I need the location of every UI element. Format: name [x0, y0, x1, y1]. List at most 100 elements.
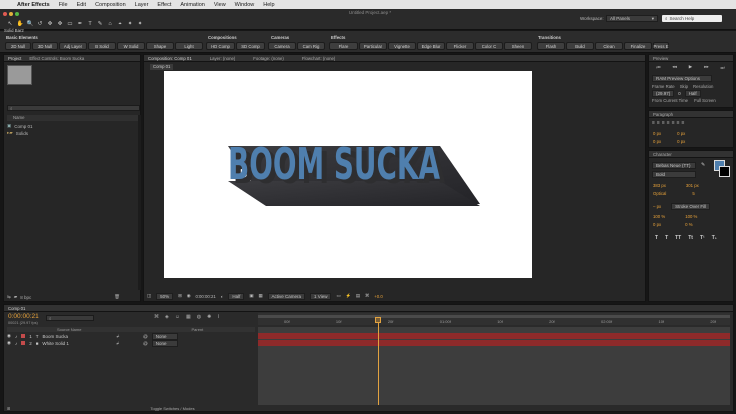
justify-center-icon[interactable]: ≡: [672, 120, 675, 126]
paragraph-panel-header[interactable]: Paragraph: [649, 111, 733, 118]
tab-composition[interactable]: Composition: Comp 01: [148, 56, 192, 61]
brush-tool-icon[interactable]: ✎: [96, 20, 104, 28]
magnification-dropdown[interactable]: 50%: [156, 292, 174, 300]
delete-icon[interactable]: 🗑: [114, 294, 120, 300]
eraser-tool-icon[interactable]: ⌖: [116, 20, 124, 28]
vertical-scale-value[interactable]: 100 %: [653, 214, 665, 219]
horizontal-scale-value[interactable]: 100 %: [685, 214, 697, 219]
parent-dropdown[interactable]: None: [151, 339, 178, 347]
play-icon[interactable]: ▶: [683, 64, 698, 70]
script-panel-tab[interactable]: Solid Bar2: [4, 28, 24, 34]
layer-2-duration-bar[interactable]: [258, 340, 730, 346]
tab-effect-controls[interactable]: Effect Controls: Boom Sucka: [29, 56, 84, 61]
ram-preview-options-dropdown[interactable]: RAM Preview Options: [652, 75, 712, 82]
layer-1-duration-bar[interactable]: [258, 333, 730, 339]
font-size-value[interactable]: 383 px: [653, 183, 666, 188]
work-area-bar[interactable]: [258, 315, 730, 318]
pick-whip-icon[interactable]: @: [143, 341, 148, 346]
next-frame-icon[interactable]: ▸▸: [699, 64, 714, 70]
current-time-display[interactable]: 0:00:00:21: [195, 294, 215, 299]
timeline-tracks-area[interactable]: [258, 327, 730, 405]
light-button[interactable]: Light: [175, 42, 203, 50]
pen-tool-icon[interactable]: ✒: [76, 20, 84, 28]
menu-edit[interactable]: Edit: [77, 2, 86, 8]
camera-tool-icon[interactable]: ✥: [46, 20, 54, 28]
app-menu[interactable]: After Effects: [17, 2, 50, 8]
roto-brush-tool-icon[interactable]: ✦: [126, 20, 134, 28]
shape-button[interactable]: Shape: [146, 42, 174, 50]
flare-button[interactable]: Flare: [329, 42, 358, 50]
menu-composition[interactable]: Composition: [95, 2, 126, 8]
justify-left-icon[interactable]: ≡: [667, 120, 670, 126]
layer-label-color-swatch[interactable]: [21, 341, 26, 345]
help-search-input[interactable]: ⌕ Search Help: [662, 15, 722, 22]
menu-view[interactable]: View: [214, 2, 226, 8]
composition-mini-flowchart-icon[interactable]: ⌘: [154, 314, 159, 320]
exposure-value[interactable]: +0.0: [374, 294, 382, 299]
audio-icon[interactable]: ♪: [15, 341, 17, 346]
toggle-pixel-aspect-icon[interactable]: ▭: [336, 293, 340, 299]
channel-icon[interactable]: ◐: [221, 294, 224, 299]
visibility-eye-icon[interactable]: ◉: [7, 340, 11, 346]
baseline-shift-value[interactable]: 0 px: [653, 222, 661, 227]
align-right-icon[interactable]: ≡: [662, 120, 665, 126]
edge-blur-button[interactable]: Edge Blur: [417, 42, 445, 50]
always-preview-icon[interactable]: ◫: [147, 293, 151, 299]
flicker-button[interactable]: Flicker: [446, 42, 474, 50]
type-tool-icon[interactable]: T: [86, 20, 94, 28]
faux-italic-icon[interactable]: T: [665, 235, 668, 241]
hand-tool-icon[interactable]: ✋: [16, 20, 24, 28]
tsume-value[interactable]: 0 %: [685, 222, 692, 227]
flash-button[interactable]: Flash: [537, 42, 565, 50]
layer-name[interactable]: White Solid 1: [42, 341, 112, 346]
font-family-dropdown[interactable]: Bebas Neue (TT): [652, 162, 696, 169]
superscript-icon[interactable]: T¹: [700, 235, 705, 241]
rotation-tool-icon[interactable]: ↺: [36, 20, 44, 28]
resolution-dropdown[interactable]: Half: [228, 292, 245, 300]
layer-row-1[interactable]: ◉ ♪ 1 T Boom Sucka ⌿ @ None: [7, 332, 255, 340]
time-navigator[interactable]: 00f 10f 20f 01:00f 10f 20f 02:00f 10f 20…: [258, 313, 730, 325]
snapshot-icon[interactable]: ◉: [187, 293, 191, 299]
particular-button[interactable]: Particular: [359, 42, 387, 50]
indent-right-value[interactable]: 0 px: [677, 131, 685, 136]
clean-button[interactable]: Clean: [595, 42, 623, 50]
project-scrollbar[interactable]: [138, 115, 141, 290]
first-frame-icon[interactable]: ⏮: [651, 64, 666, 70]
menu-help[interactable]: Help: [263, 2, 274, 8]
tab-layer[interactable]: Layer: (none): [210, 56, 236, 61]
hide-shy-layers-icon[interactable]: ☺: [175, 314, 180, 320]
close-window-icon[interactable]: [3, 12, 7, 16]
2d-null-button[interactable]: 2D Null: [5, 42, 31, 50]
shy-switch-icon[interactable]: ⌿: [116, 334, 119, 339]
workspace-dropdown[interactable]: All Panels ▾: [606, 15, 658, 22]
adj-layer-button[interactable]: Adj Layer: [59, 42, 87, 50]
graph-editor-icon[interactable]: ⌇: [217, 314, 219, 320]
bpc-label[interactable]: 8 bpc: [20, 295, 31, 300]
layer-row-2[interactable]: ◉ ♪ 2 ■ White Solid 1 ⌿ @ None: [7, 339, 255, 347]
draft-3d-icon[interactable]: ◈: [165, 314, 169, 320]
tab-footage[interactable]: Footage: (none): [253, 56, 284, 61]
color-c-button[interactable]: Color C: [475, 42, 503, 50]
previous-frame-icon[interactable]: ◂◂: [667, 64, 682, 70]
fast-previews-icon[interactable]: ⚡: [346, 293, 351, 299]
parent-dropdown[interactable]: None: [151, 332, 178, 340]
align-left-icon[interactable]: ≡: [652, 120, 655, 126]
menu-file[interactable]: File: [59, 2, 68, 8]
preview-panel-header[interactable]: Preview: [649, 55, 733, 62]
subscript-icon[interactable]: T₁: [712, 235, 717, 241]
finalize-button[interactable]: Finalize: [624, 42, 652, 50]
source-name-column-header[interactable]: Source Name: [57, 327, 81, 332]
current-time-indicator-line[interactable]: [377, 323, 379, 405]
hd-comp-button[interactable]: HD Comp: [206, 42, 235, 50]
sd-comp-button[interactable]: SD Comp: [236, 42, 265, 50]
timeline-search-input[interactable]: ⌕: [46, 315, 94, 321]
stroke-type-dropdown[interactable]: Stroke Over Fill: [671, 203, 711, 210]
pan-behind-tool-icon[interactable]: ✥: [56, 20, 64, 28]
audio-icon[interactable]: ♪: [15, 334, 17, 339]
rectangle-tool-icon[interactable]: ▭: [66, 20, 74, 28]
sheen-button[interactable]: Sheen: [504, 42, 532, 50]
character-panel-header[interactable]: Character: [649, 151, 733, 158]
frame-blending-icon[interactable]: ▦: [186, 314, 191, 320]
selection-tool-icon[interactable]: ↖: [6, 20, 14, 28]
transparency-grid-icon[interactable]: ▦: [258, 293, 262, 299]
